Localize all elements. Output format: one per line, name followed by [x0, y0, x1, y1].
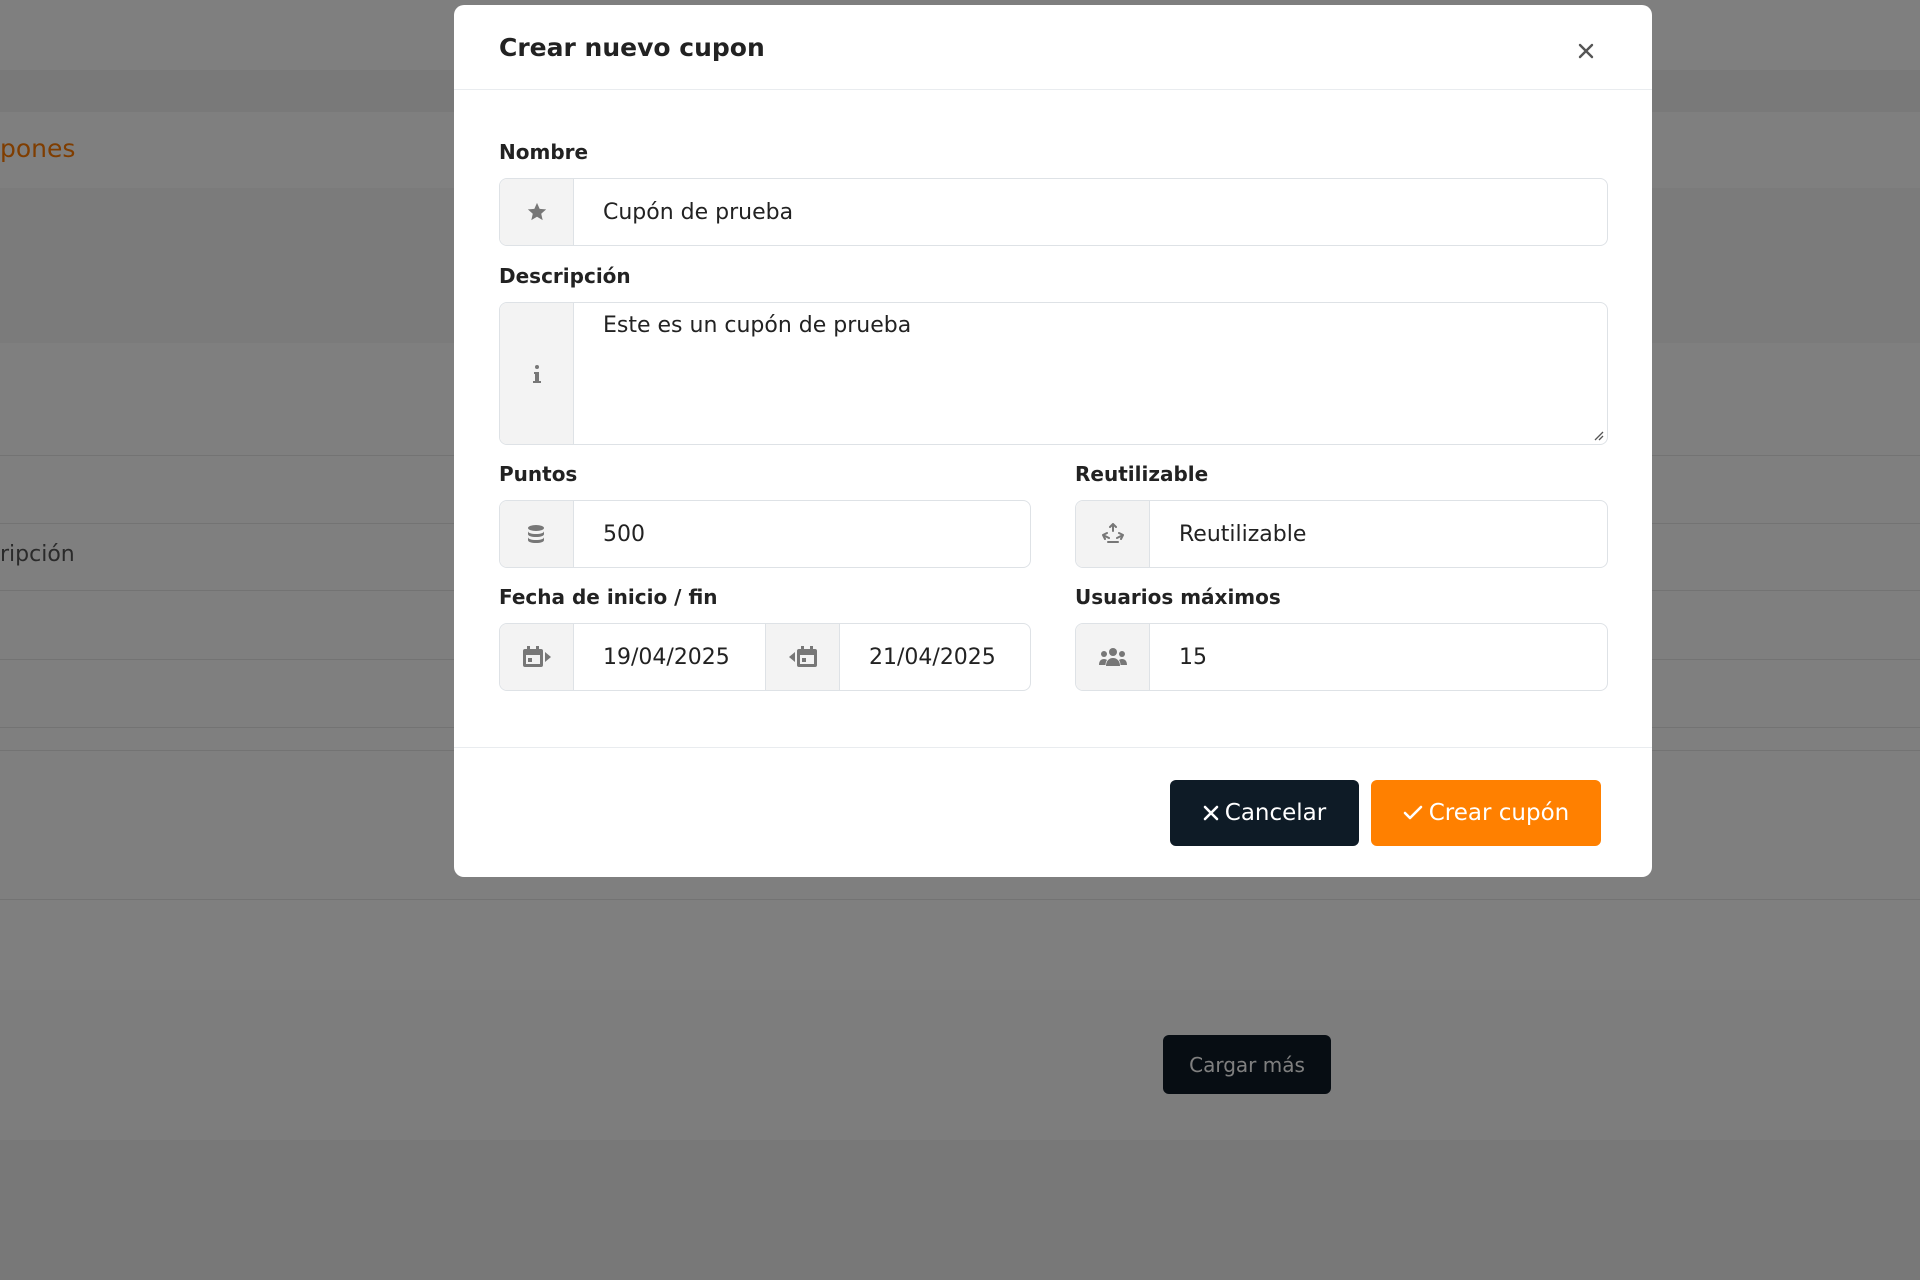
modal-header: Crear nuevo cupon — [454, 5, 1652, 90]
descripcion-input-group: Este es un cupón de prueba — [499, 302, 1608, 445]
reutilizable-select[interactable]: Reutilizable — [1150, 501, 1607, 567]
create-coupon-button[interactable]: Crear cupón — [1371, 780, 1601, 846]
nombre-field[interactable]: Cupón de prueba — [574, 179, 1607, 245]
create-label: Crear cupón — [1428, 800, 1570, 826]
usuarios-label: Usuarios máximos — [1075, 585, 1281, 609]
nombre-label: Nombre — [499, 140, 589, 164]
users-icon — [1076, 624, 1150, 690]
check-icon — [1403, 805, 1423, 820]
modal-footer-divider — [454, 747, 1652, 748]
close-icon — [1203, 805, 1219, 821]
calendar-end-icon — [766, 624, 840, 690]
puntos-label: Puntos — [499, 462, 578, 486]
fecha-inicio-field[interactable]: 19/04/2025 — [574, 624, 766, 690]
puntos-input-group: 500 — [499, 500, 1031, 568]
descripcion-label: Descripción — [499, 264, 631, 288]
info-icon — [500, 303, 574, 444]
star-icon — [500, 179, 574, 245]
reutilizable-input-group: Reutilizable — [1075, 500, 1608, 568]
modal-title: Crear nuevo cupon — [499, 33, 765, 62]
fechas-input-group: 19/04/2025 21/04/2025 — [499, 623, 1031, 691]
usuarios-field[interactable]: 15 — [1150, 624, 1607, 690]
fecha-fin-field[interactable]: 21/04/2025 — [840, 624, 1030, 690]
reutilizable-label: Reutilizable — [1075, 462, 1209, 486]
create-coupon-modal: Crear nuevo cupon Nombre Cupón de prueba… — [454, 5, 1652, 877]
nombre-input-group: Cupón de prueba — [499, 178, 1608, 246]
recycle-icon — [1076, 501, 1150, 567]
descripcion-textarea[interactable]: Este es un cupón de prueba — [574, 303, 1607, 444]
close-icon[interactable] — [1572, 37, 1600, 65]
usuarios-input-group: 15 — [1075, 623, 1608, 691]
coins-icon — [500, 501, 574, 567]
cancel-button[interactable]: Cancelar — [1170, 780, 1359, 846]
calendar-start-icon — [500, 624, 574, 690]
descripcion-text: Este es un cupón de prueba — [603, 313, 912, 338]
cancel-label: Cancelar — [1224, 800, 1327, 826]
fechas-label: Fecha de inicio / fin — [499, 585, 718, 609]
resize-handle-icon[interactable] — [1592, 429, 1604, 441]
puntos-field[interactable]: 500 — [574, 501, 1030, 567]
